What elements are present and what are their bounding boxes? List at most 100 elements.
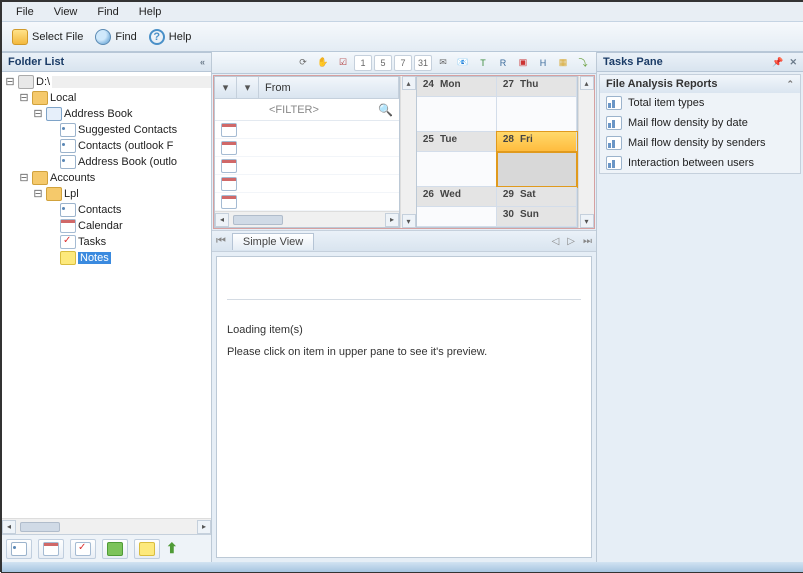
menu-help[interactable]: Help (131, 4, 170, 20)
calendar-vscroll[interactable]: ▴ ▾ (578, 76, 594, 228)
scroll-right-icon[interactable]: ▸ (197, 520, 211, 534)
cal-head-29[interactable]: 29Sat (497, 187, 577, 207)
collapse-left-icon[interactable]: « (200, 57, 205, 67)
export-msg-icon[interactable]: ✉ (434, 55, 452, 71)
scroll-up-icon[interactable]: ▴ (402, 76, 416, 90)
calendar-grid[interactable]: 24Mon27Thu 25Tue28Fri 26Wed29Sat 30Sun (416, 76, 578, 228)
drive-icon (18, 75, 34, 89)
close-icon[interactable]: ✕ (789, 57, 797, 68)
help-button[interactable]: ? Help (145, 27, 196, 47)
collapse-icon[interactable]: ⌃ (786, 79, 794, 90)
export-rtf-icon[interactable]: R (494, 55, 512, 71)
tree-lpl-tasks[interactable]: Tasks (2, 234, 211, 250)
cal-head-25[interactable]: 25Tue (417, 132, 497, 152)
cal-cell[interactable] (497, 97, 577, 132)
list-col-marker[interactable]: ▾ (215, 77, 237, 98)
tree-suggested-contacts[interactable]: Suggested Contacts (2, 122, 211, 138)
cal-head-28-today[interactable]: 28Fri (497, 132, 577, 152)
list-item[interactable] (215, 193, 399, 211)
contact-icon (11, 542, 27, 556)
report-interaction-users[interactable]: Interaction between users (600, 153, 800, 173)
scroll-down-icon[interactable]: ▾ (402, 214, 416, 228)
export-txt-icon[interactable]: T (474, 55, 492, 71)
navbtn-tasks[interactable] (70, 539, 96, 559)
tab-prev-icon[interactable]: ◁ (552, 236, 560, 247)
menu-find[interactable]: Find (89, 4, 126, 20)
tree-contacts-outlook[interactable]: Contacts (outlook F (2, 138, 211, 154)
scroll-up-icon[interactable]: ▴ (580, 76, 594, 90)
navbtn-calendar[interactable] (38, 539, 64, 559)
report-total-item-types[interactable]: Total item types (600, 93, 800, 113)
filter-search-icon[interactable]: 🔍 (378, 103, 393, 117)
export-pdf-icon[interactable]: ▣ (514, 55, 532, 71)
report-mail-flow-date[interactable]: Mail flow density by date (600, 113, 800, 133)
list-col-flag[interactable]: ▾ (237, 77, 259, 98)
list-item[interactable] (215, 175, 399, 193)
export-mht-icon[interactable]: ▦ (554, 55, 572, 71)
report-mail-flow-senders[interactable]: Mail flow density by senders (600, 133, 800, 153)
scroll-left-icon[interactable]: ◂ (215, 213, 229, 227)
cal-cell[interactable] (417, 207, 497, 227)
item-list-body[interactable] (215, 121, 399, 211)
scroll-down-icon[interactable]: ▾ (580, 214, 594, 228)
book-icon (46, 107, 62, 121)
tree-root[interactable]: ⊟D:\ (2, 74, 211, 90)
tasks-icon (75, 542, 91, 556)
reports-header[interactable]: File Analysis Reports⌃ (600, 75, 800, 93)
refresh-icon[interactable]: ⟳ (294, 55, 312, 71)
tab-first-icon[interactable]: ⏮ (216, 235, 226, 248)
find-button[interactable]: Find (91, 27, 140, 47)
calendar-item-icon (221, 195, 237, 209)
list-hscroll[interactable]: ◂ ▸ (215, 211, 399, 227)
tree-address-book[interactable]: ⊟Address Book (2, 106, 211, 122)
export-eml-icon[interactable]: 📧 (454, 55, 472, 71)
menu-file[interactable]: File (8, 4, 42, 20)
scroll-thumb[interactable] (233, 215, 283, 225)
notes-icon (139, 542, 155, 556)
view-7-button[interactable]: 7 (394, 55, 412, 71)
tree-local[interactable]: ⊟Local (2, 90, 211, 106)
cal-head-26[interactable]: 26Wed (417, 187, 497, 207)
cal-cell-selected[interactable] (497, 152, 577, 187)
tab-last-icon[interactable]: ⏭ (583, 236, 592, 247)
export-folder-icon[interactable]: ⤵ (574, 55, 592, 71)
cal-cell[interactable] (417, 97, 497, 132)
menu-view[interactable]: View (46, 4, 86, 20)
tree-addressbook-outlook[interactable]: Address Book (outlo (2, 154, 211, 170)
tree-lpl[interactable]: ⊟Lpl (2, 186, 211, 202)
list-item[interactable] (215, 157, 399, 175)
list-item[interactable] (215, 139, 399, 157)
check-icon[interactable]: ☑ (334, 55, 352, 71)
list-item[interactable] (215, 121, 399, 139)
navbtn-more-icon[interactable]: ⬆ (166, 540, 178, 557)
filter-input[interactable]: <FILTER> (269, 104, 319, 116)
navbtn-notes[interactable] (102, 539, 128, 559)
tree-hscroll[interactable]: ◂ ▸ (2, 518, 211, 534)
chart-icon (606, 116, 622, 130)
view-5-button[interactable]: 5 (374, 55, 392, 71)
tree-lpl-contacts[interactable]: Contacts (2, 202, 211, 218)
view-1-button[interactable]: 1 (354, 55, 372, 71)
view-31-button[interactable]: 31 (414, 55, 432, 71)
folder-tree[interactable]: ⊟D:\ ⊟Local ⊟Address Book Suggested Cont… (2, 72, 211, 518)
cal-head-24[interactable]: 24Mon (417, 77, 497, 97)
scroll-thumb[interactable] (20, 522, 60, 532)
select-file-button[interactable]: Select File (8, 27, 87, 47)
navbtn-journal[interactable] (134, 539, 160, 559)
cal-cell[interactable] (417, 152, 497, 187)
scroll-right-icon[interactable]: ▸ (385, 213, 399, 227)
pin-icon[interactable]: 📌 (772, 57, 783, 68)
cal-head-27[interactable]: 27Thu (497, 77, 577, 97)
tree-lpl-notes[interactable]: Notes (2, 250, 211, 266)
tab-next-icon[interactable]: ▷ (567, 236, 575, 247)
tree-accounts[interactable]: ⊟Accounts (2, 170, 211, 186)
hand-icon[interactable]: ✋ (314, 55, 332, 71)
scroll-left-icon[interactable]: ◂ (2, 520, 16, 534)
cal-head-30[interactable]: 30Sun (497, 207, 577, 227)
tab-simple-view[interactable]: Simple View (232, 233, 314, 250)
tree-lpl-calendar[interactable]: Calendar (2, 218, 211, 234)
export-html-icon[interactable]: H (534, 55, 552, 71)
list-vscroll[interactable]: ▴ ▾ (400, 76, 416, 228)
navbtn-contacts[interactable] (6, 539, 32, 559)
list-col-from[interactable]: From (259, 77, 399, 98)
